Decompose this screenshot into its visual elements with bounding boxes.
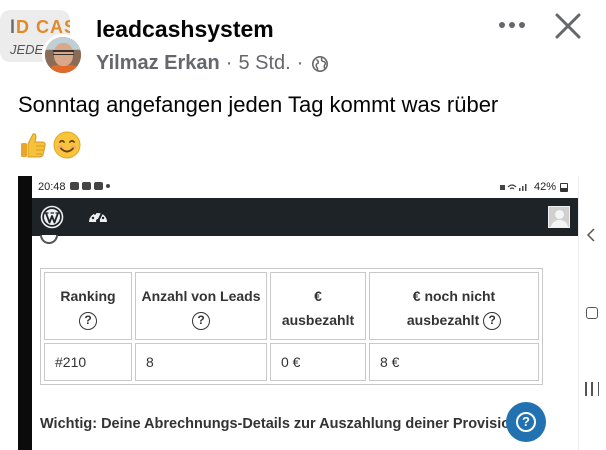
- battery-icon: [560, 182, 568, 192]
- cell-ranking: #210: [44, 343, 132, 381]
- cell-leads: 8: [135, 343, 267, 381]
- cell-unpaid: 8 €: [369, 343, 539, 381]
- table-row: #210 8 0 € 8 €: [44, 343, 539, 381]
- status-notification-icons: [70, 182, 110, 190]
- author-avatar[interactable]: [42, 34, 84, 76]
- column-header-unpaid: € noch nicht ausbezahlt ?: [369, 272, 539, 340]
- help-button[interactable]: ?: [506, 402, 546, 442]
- help-icon[interactable]: ?: [192, 312, 210, 331]
- post-text: Sonntag angefangen jeden Tag kommt was r…: [18, 92, 499, 117]
- home-icon[interactable]: [586, 307, 598, 319]
- payout-notice: Wichtig: Deine Abrechnungs-Details zur A…: [40, 416, 511, 432]
- globe-icon: [312, 55, 329, 72]
- recent-apps-icon[interactable]: [585, 382, 599, 396]
- smiling-face-emoji: [53, 131, 81, 159]
- post-image[interactable]: 20:48 42% Ranking ? Anzahl von Leads ? €…: [18, 176, 606, 450]
- question-icon: ?: [516, 412, 536, 432]
- phone-status-bar: 20:48 42%: [32, 176, 578, 198]
- android-nav-bar: [578, 176, 606, 450]
- wordpress-admin-bar: [32, 198, 578, 236]
- author-name-link[interactable]: Yilmaz Erkan: [96, 52, 220, 75]
- cell-paid: 0 €: [270, 343, 366, 381]
- column-header-leads: Anzahl von Leads ?: [135, 272, 267, 340]
- table-header-row: Ranking ? Anzahl von Leads ? € ausbezahl…: [44, 272, 539, 340]
- thumbs-up-emoji: [21, 133, 46, 158]
- help-icon[interactable]: ?: [483, 312, 502, 331]
- back-icon[interactable]: [585, 228, 599, 242]
- status-time: 20:48: [38, 181, 66, 193]
- help-icon[interactable]: ?: [79, 312, 97, 331]
- wordpress-logo-icon[interactable]: [40, 205, 64, 229]
- close-icon[interactable]: [548, 6, 588, 46]
- post-meta: Yilmaz Erkan · 5 Std. ·: [96, 52, 329, 75]
- battery-percent: 42%: [533, 181, 556, 193]
- column-header-paid: € ausbezahlt: [270, 272, 366, 340]
- group-name-link[interactable]: leadcashsystem: [96, 16, 274, 43]
- post-avatar-group[interactable]: lD CAS JEDE: [0, 6, 84, 76]
- signal-wifi-icon: [499, 184, 527, 191]
- cropped-text-fragment: [64, 234, 104, 240]
- more-options-button[interactable]: [492, 12, 532, 38]
- meta-separator: ·: [225, 52, 233, 74]
- post-emojis: [18, 128, 82, 162]
- column-header-ranking: Ranking ?: [44, 272, 132, 340]
- post-timestamp[interactable]: 5 Std.: [238, 52, 290, 75]
- profile-icon[interactable]: [548, 206, 570, 228]
- leads-stats-table: Ranking ? Anzahl von Leads ? € ausbezahl…: [40, 268, 543, 385]
- phone-frame-edge: [18, 176, 32, 450]
- more-dots-icon: [499, 22, 505, 28]
- group-avatar-subtext: JEDE: [10, 42, 44, 57]
- meta-separator-2: ·: [296, 52, 304, 74]
- dashboard-icon[interactable]: [86, 205, 110, 229]
- status-right: 42%: [499, 181, 568, 193]
